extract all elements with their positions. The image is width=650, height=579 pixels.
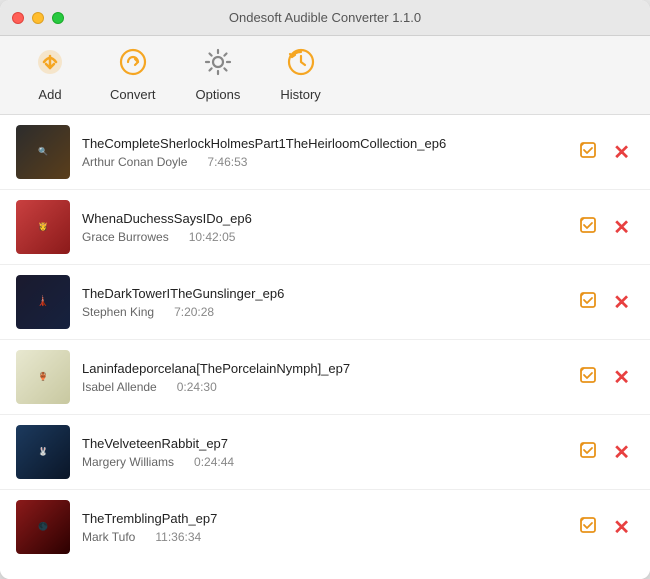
book-info: TheDarkTowerITheGunslinger_ep6 Stephen K… xyxy=(82,286,563,319)
close-icon: ✕ xyxy=(613,440,630,465)
table-row: 🐰 TheVelveteenRabbit_ep7 Margery William… xyxy=(0,415,650,490)
main-window: Ondesoft Audible Converter 1.1.0 Add xyxy=(0,0,650,579)
book-title: Laninfadeporcelana[ThePorcelainNymph]_ep… xyxy=(82,361,563,376)
book-cover: 🔍 xyxy=(16,125,70,179)
book-meta: Stephen King 7:20:28 xyxy=(82,305,563,319)
options-button[interactable]: Options xyxy=(186,44,251,106)
book-title: TheCompleteSherlockHolmesPart1TheHeirloo… xyxy=(82,136,563,151)
delete-button[interactable]: ✕ xyxy=(609,211,634,244)
convert-icon xyxy=(119,48,147,83)
history-button[interactable]: History xyxy=(270,44,330,106)
book-meta: Isabel Allende 0:24:30 xyxy=(82,380,563,394)
maximize-button[interactable] xyxy=(52,12,64,24)
book-duration: 0:24:30 xyxy=(177,380,217,394)
options-label: Options xyxy=(196,87,241,102)
edit-button[interactable] xyxy=(575,362,601,393)
book-list: 🔍 TheCompleteSherlockHolmesPart1TheHeirl… xyxy=(0,115,650,579)
book-info: WhenaDuchessSaysIDo_ep6 Grace Burrowes 1… xyxy=(82,211,563,244)
add-icon xyxy=(36,48,64,83)
book-meta: Mark Tufo 11:36:34 xyxy=(82,530,563,544)
book-meta: Grace Burrowes 10:42:05 xyxy=(82,230,563,244)
book-meta: Arthur Conan Doyle 7:46:53 xyxy=(82,155,563,169)
book-author: Grace Burrowes xyxy=(82,230,169,244)
book-meta: Margery Williams 0:24:44 xyxy=(82,455,563,469)
delete-button[interactable]: ✕ xyxy=(609,286,634,319)
edit-icon xyxy=(579,216,597,239)
book-actions: ✕ xyxy=(575,211,634,244)
edit-button[interactable] xyxy=(575,437,601,468)
table-row: 🌑 TheTremblingPath_ep7 Mark Tufo 11:36:3… xyxy=(0,490,650,564)
book-actions: ✕ xyxy=(575,136,634,169)
book-cover: 🌑 xyxy=(16,500,70,554)
delete-button[interactable]: ✕ xyxy=(609,361,634,394)
close-button[interactable] xyxy=(12,12,24,24)
edit-button[interactable] xyxy=(575,212,601,243)
minimize-button[interactable] xyxy=(32,12,44,24)
book-author: Isabel Allende xyxy=(82,380,157,394)
close-icon: ✕ xyxy=(613,365,630,390)
book-actions: ✕ xyxy=(575,286,634,319)
book-duration: 7:46:53 xyxy=(207,155,247,169)
close-icon: ✕ xyxy=(613,140,630,165)
delete-button[interactable]: ✕ xyxy=(609,436,634,469)
edit-icon xyxy=(579,441,597,464)
edit-icon xyxy=(579,291,597,314)
add-button[interactable]: Add xyxy=(20,44,80,106)
book-info: TheTremblingPath_ep7 Mark Tufo 11:36:34 xyxy=(82,511,563,544)
edit-icon xyxy=(579,516,597,539)
book-cover: 👸 xyxy=(16,200,70,254)
book-info: Laninfadeporcelana[ThePorcelainNymph]_ep… xyxy=(82,361,563,394)
edit-icon xyxy=(579,366,597,389)
book-actions: ✕ xyxy=(575,511,634,544)
convert-button[interactable]: Convert xyxy=(100,44,166,106)
book-title: TheTremblingPath_ep7 xyxy=(82,511,563,526)
book-title: TheVelveteenRabbit_ep7 xyxy=(82,436,563,451)
book-cover: 🏺 xyxy=(16,350,70,404)
table-row: 🔍 TheCompleteSherlockHolmesPart1TheHeirl… xyxy=(0,115,650,190)
edit-button[interactable] xyxy=(575,512,601,543)
edit-button[interactable] xyxy=(575,287,601,318)
book-actions: ✕ xyxy=(575,361,634,394)
traffic-lights xyxy=(12,12,64,24)
book-duration: 11:36:34 xyxy=(155,530,201,544)
delete-button[interactable]: ✕ xyxy=(609,511,634,544)
table-row: 🗼 TheDarkTowerITheGunslinger_ep6 Stephen… xyxy=(0,265,650,340)
book-actions: ✕ xyxy=(575,436,634,469)
book-cover: 🗼 xyxy=(16,275,70,329)
history-icon xyxy=(287,48,315,83)
options-icon xyxy=(204,48,232,83)
history-label: History xyxy=(280,87,320,102)
title-bar: Ondesoft Audible Converter 1.1.0 xyxy=(0,0,650,36)
close-icon: ✕ xyxy=(613,215,630,240)
edit-button[interactable] xyxy=(575,137,601,168)
add-label: Add xyxy=(38,87,61,102)
window-title: Ondesoft Audible Converter 1.1.0 xyxy=(229,10,421,25)
book-duration: 0:24:44 xyxy=(194,455,234,469)
book-author: Arthur Conan Doyle xyxy=(82,155,187,169)
delete-button[interactable]: ✕ xyxy=(609,136,634,169)
table-row: 👸 WhenaDuchessSaysIDo_ep6 Grace Burrowes… xyxy=(0,190,650,265)
book-author: Mark Tufo xyxy=(82,530,135,544)
book-title: TheDarkTowerITheGunslinger_ep6 xyxy=(82,286,563,301)
book-info: TheCompleteSherlockHolmesPart1TheHeirloo… xyxy=(82,136,563,169)
book-duration: 10:42:05 xyxy=(189,230,236,244)
toolbar: Add Convert Options xyxy=(0,36,650,115)
book-info: TheVelveteenRabbit_ep7 Margery Williams … xyxy=(82,436,563,469)
close-icon: ✕ xyxy=(613,290,630,315)
table-row: 🏺 Laninfadeporcelana[ThePorcelainNymph]_… xyxy=(0,340,650,415)
convert-label: Convert xyxy=(110,87,156,102)
book-duration: 7:20:28 xyxy=(174,305,214,319)
book-author: Stephen King xyxy=(82,305,154,319)
book-cover: 🐰 xyxy=(16,425,70,479)
book-title: WhenaDuchessSaysIDo_ep6 xyxy=(82,211,563,226)
close-icon: ✕ xyxy=(613,515,630,540)
book-author: Margery Williams xyxy=(82,455,174,469)
edit-icon xyxy=(579,141,597,164)
